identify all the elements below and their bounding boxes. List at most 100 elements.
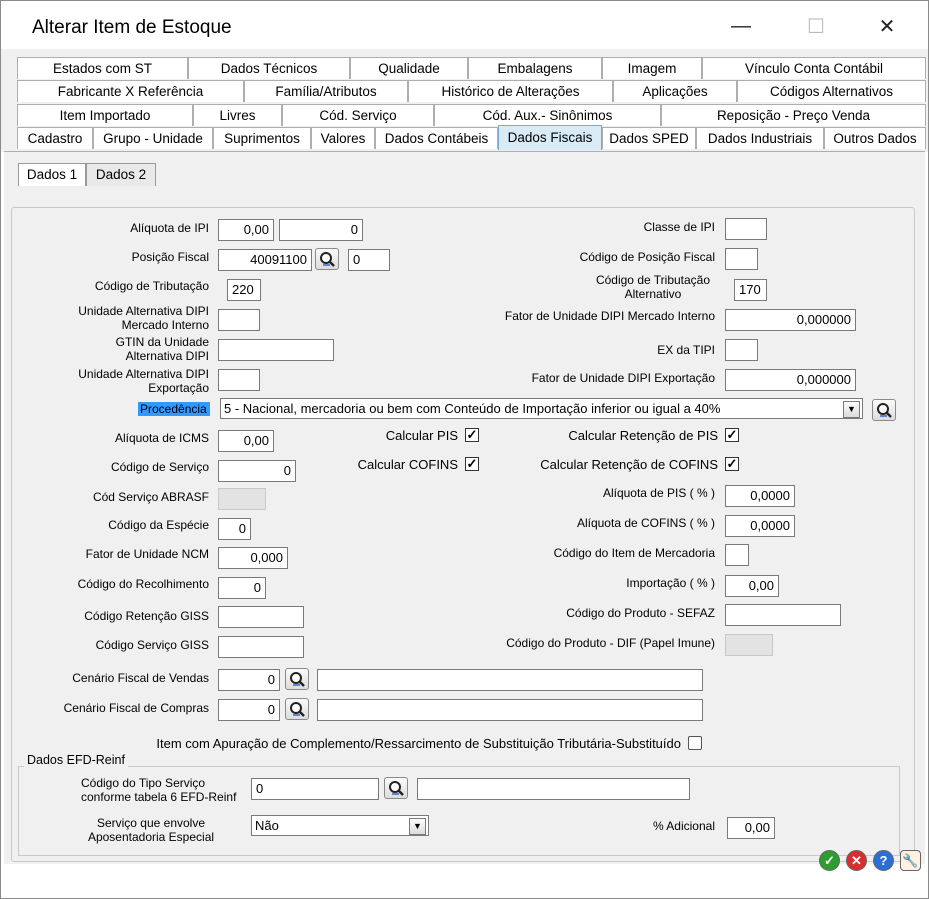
posicao-fiscal-search-button[interactable] xyxy=(315,248,339,270)
tab-reposicao-preco-venda[interactable]: Reposição - Preço Venda xyxy=(661,104,926,126)
cod-servico-abrasf-label: Cód Serviço ABRASF xyxy=(92,490,209,504)
tab-cod-aux-sinonimos[interactable]: Cód. Aux.- Sinônimos xyxy=(434,104,661,126)
title-bar: Alterar Item de Estoque — ☐ ✕ xyxy=(1,1,928,49)
procedencia-value: 5 - Nacional, mercadoria ou bem com Cont… xyxy=(224,401,721,416)
tools-button[interactable]: 🔧 xyxy=(900,850,921,871)
procedencia-search-button[interactable] xyxy=(872,399,896,421)
minimize-button[interactable]: — xyxy=(721,11,761,41)
fator-dipi-exp-input[interactable]: 0,000000 xyxy=(725,369,856,391)
chevron-down-icon[interactable]: ▼ xyxy=(843,401,860,418)
importacao-input[interactable]: 0,00 xyxy=(725,575,779,597)
tab-estados-com-st[interactable]: Estados com ST xyxy=(17,57,188,79)
subtab-dados-2[interactable]: Dados 2 xyxy=(86,163,156,186)
tab-valores[interactable]: Valores xyxy=(311,127,375,149)
codigo-trib-alt-input[interactable]: 170 xyxy=(734,279,767,301)
gtin-unidade-alt-input[interactable] xyxy=(218,339,334,361)
tipo-servico-search-button[interactable] xyxy=(384,777,408,799)
help-icon: ? xyxy=(879,853,888,868)
tab-historico-alteracoes[interactable]: Histórico de Alterações xyxy=(408,80,613,102)
apuracao-st-checkbox[interactable] xyxy=(688,736,702,750)
calc-ret-cofins-checkbox[interactable]: ✓ xyxy=(725,457,739,471)
tab-dados-sped[interactable]: Dados SPED xyxy=(602,127,696,149)
aposentadoria-select[interactable]: Não ▼ xyxy=(251,815,429,836)
help-button[interactable]: ? xyxy=(873,850,894,871)
cenario-compras-description[interactable] xyxy=(317,699,703,721)
codigo-retencao-giss-input[interactable] xyxy=(218,606,304,628)
gtin-unidade-alt-label: GTIN da Unidade Alternativa DIPI xyxy=(115,335,209,363)
fator-ncm-input[interactable]: 0,000 xyxy=(218,547,288,569)
calc-ret-pis-checkbox[interactable]: ✓ xyxy=(725,428,739,442)
chevron-down-icon[interactable]: ▼ xyxy=(409,818,426,835)
aliquota-cofins-input[interactable]: 0,0000 xyxy=(725,515,795,537)
codigo-tributacao-label: Código de Tributação xyxy=(94,279,209,293)
codigo-produto-dif-label: Código do Produto - DIF (Papel Imune) xyxy=(506,636,715,650)
tab-fabricante-referencia[interactable]: Fabricante X Referência xyxy=(17,80,244,102)
close-button[interactable]: ✕ xyxy=(867,11,907,41)
ex-tipi-input[interactable] xyxy=(725,339,758,361)
fator-dipi-mi-input[interactable]: 0,000000 xyxy=(725,309,856,331)
tab-vinculo-conta-contabil[interactable]: Vínculo Conta Contábil xyxy=(702,57,926,79)
codigo-recolhimento-input[interactable]: 0 xyxy=(218,577,266,599)
classe-ipi-input[interactable] xyxy=(725,218,767,240)
calcular-cofins-checkbox[interactable]: ✓ xyxy=(465,457,479,471)
maximize-button[interactable]: ☐ xyxy=(796,11,836,41)
tipo-servico-input[interactable]: 0 xyxy=(251,778,379,800)
adicional-input[interactable]: 0,00 xyxy=(727,817,775,839)
aposentadoria-label: Serviço que envolve Aposentadoria Especia… xyxy=(87,816,215,844)
tab-cadastro[interactable]: Cadastro xyxy=(17,127,93,149)
tab-embalagens[interactable]: Embalagens xyxy=(468,57,602,79)
cenario-vendas-search-button[interactable] xyxy=(285,668,309,690)
codigo-especie-input[interactable]: 0 xyxy=(218,518,251,540)
calcular-pis-checkbox[interactable]: ✓ xyxy=(465,428,479,442)
codigo-item-mercadoria-label: Código do Item de Mercadoria xyxy=(553,546,715,560)
cenario-compras-label: Cenário Fiscal de Compras xyxy=(63,701,209,715)
tab-dados-fiscais[interactable]: Dados Fiscais xyxy=(498,125,602,150)
cenario-vendas-description[interactable] xyxy=(317,669,703,691)
posicao-fiscal-complement-input[interactable]: 0 xyxy=(348,249,390,271)
tab-dados-tecnicos[interactable]: Dados Técnicos xyxy=(188,57,350,79)
codigo-tributacao-input[interactable]: 220 xyxy=(227,279,261,301)
codigo-servico-input[interactable]: 0 xyxy=(218,460,296,482)
tab-imagem[interactable]: Imagem xyxy=(602,57,702,79)
aliquota-ipi-input[interactable]: 0,00 xyxy=(218,219,274,241)
check-icon: ✓ xyxy=(824,852,835,868)
window: Alterar Item de Estoque — ☐ ✕ Estados co… xyxy=(0,0,929,899)
posicao-fiscal-label: Posição Fiscal xyxy=(131,250,209,264)
tab-item-importado[interactable]: Item Importado xyxy=(17,104,193,126)
codigo-posicao-fiscal-input[interactable] xyxy=(725,248,758,270)
tab-cod-servico[interactable]: Cód. Serviço xyxy=(282,104,434,126)
unidade-alt-dipi-exp-input[interactable] xyxy=(218,369,260,391)
cenario-vendas-input[interactable]: 0 xyxy=(218,669,280,691)
tab-outros-dados[interactable]: Outros Dados xyxy=(824,127,926,149)
tab-suprimentos[interactable]: Suprimentos xyxy=(213,127,311,149)
apuracao-st-label: Item com Apuração de Complemento/Ressarc… xyxy=(156,736,681,751)
aliquota-icms-input[interactable]: 0,00 xyxy=(218,430,274,452)
tab-codigos-alternativos[interactable]: Códigos Alternativos xyxy=(737,80,926,102)
posicao-fiscal-input[interactable]: 40091100 xyxy=(218,249,312,271)
tipo-servico-description[interactable] xyxy=(417,778,690,800)
cenario-compras-search-button[interactable] xyxy=(285,698,309,720)
subtab-dados-1[interactable]: Dados 1 xyxy=(18,163,86,186)
tab-dados-industriais[interactable]: Dados Industriais xyxy=(696,127,824,149)
codigo-posicao-fiscal-label: Código de Posição Fiscal xyxy=(579,250,715,264)
codigo-item-mercadoria-input[interactable] xyxy=(725,544,749,566)
codigo-produto-sefaz-input[interactable] xyxy=(725,604,841,626)
tab-familia-atributos[interactable]: Família/Atributos xyxy=(244,80,408,102)
codigo-servico-giss-input[interactable] xyxy=(218,636,304,658)
calcular-pis-label: Calcular PIS xyxy=(385,428,458,443)
classe-ipi-label: Classe de IPI xyxy=(643,220,715,234)
cancel-button[interactable]: ✕ xyxy=(846,850,867,871)
tab-qualidade[interactable]: Qualidade xyxy=(350,57,468,79)
aliquota-ipi-secondary-input[interactable]: 0 xyxy=(279,219,363,241)
procedencia-select[interactable]: 5 - Nacional, mercadoria ou bem com Cont… xyxy=(220,398,863,419)
tab-livres[interactable]: Livres xyxy=(193,104,282,126)
cenario-compras-input[interactable]: 0 xyxy=(218,699,280,721)
tab-grupo-unidade[interactable]: Grupo - Unidade xyxy=(93,127,213,149)
ok-button[interactable]: ✓ xyxy=(819,850,840,871)
aliquota-pis-input[interactable]: 0,0000 xyxy=(725,485,795,507)
unidade-alt-dipi-mi-input[interactable] xyxy=(218,309,260,331)
tab-aplicacoes[interactable]: Aplicações xyxy=(613,80,737,102)
calc-ret-pis-label: Calcular Retenção de PIS xyxy=(568,428,718,443)
tab-dados-contabeis[interactable]: Dados Contábeis xyxy=(375,127,498,149)
search-icon xyxy=(877,403,892,418)
